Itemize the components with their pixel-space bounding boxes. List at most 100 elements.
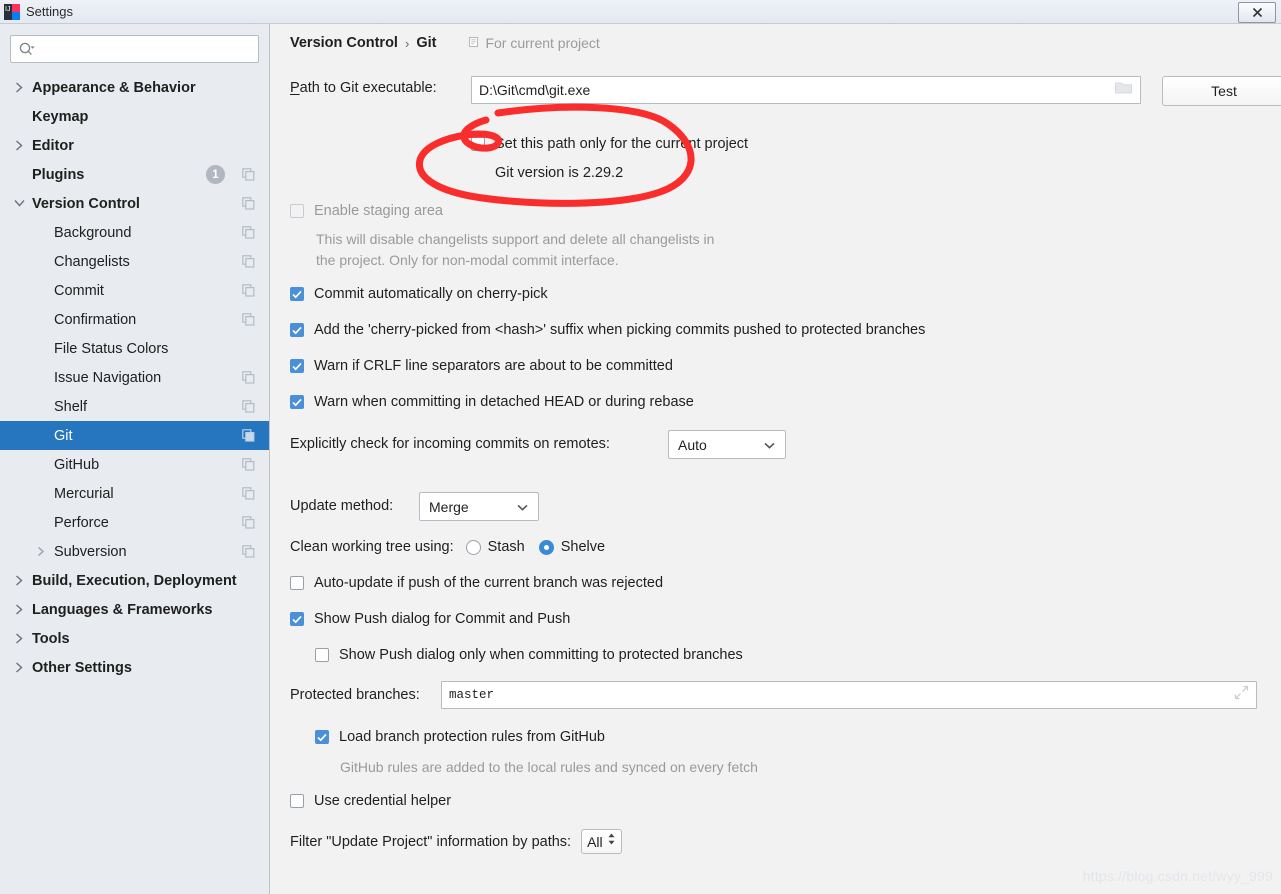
search-container (0, 24, 269, 63)
chevron-right-icon[interactable] (14, 633, 25, 644)
close-icon[interactable] (1238, 2, 1276, 23)
warn-crlf-checkbox[interactable] (290, 359, 304, 373)
checkbox-row-3[interactable]: Warn when committing in detached HEAD or… (290, 394, 694, 410)
sidebar-item-label: Perforce (54, 514, 109, 531)
sidebar-item-mercurial[interactable]: Mercurial (0, 479, 269, 508)
cherry-picked-suffix-checkbox[interactable] (290, 323, 304, 337)
use-credential-helper-row[interactable]: Use credential helper (290, 793, 451, 809)
search-input[interactable] (39, 35, 258, 63)
chevron-right-icon[interactable] (14, 82, 25, 93)
radio-stash-label: Stash (487, 539, 525, 555)
auto-update-row[interactable]: Auto-update if push of the current branc… (290, 575, 663, 591)
sidebar-item-github[interactable]: GitHub (0, 450, 269, 479)
sidebar-item-file-status-colors[interactable]: File Status Colors (0, 334, 269, 363)
sidebar-item-keymap[interactable]: Keymap (0, 102, 269, 131)
sidebar-item-version-control[interactable]: Version Control (0, 189, 269, 218)
chevron-down-icon[interactable] (14, 198, 25, 209)
sidebar-item-shelf[interactable]: Shelf (0, 392, 269, 421)
copy-settings-icon[interactable] (242, 400, 255, 413)
set-path-only-current-project-row[interactable]: Set this path only for the current proje… (471, 136, 748, 152)
sidebar-item-tools[interactable]: Tools (0, 624, 269, 653)
copy-settings-icon[interactable] (242, 226, 255, 239)
radio-shelve-label: Shelve (560, 539, 606, 555)
radio-stash[interactable]: Stash (465, 539, 525, 555)
sidebar-item-plugins[interactable]: Plugins 1 (0, 160, 269, 189)
checkbox-label-2: Warn if CRLF line separators are about t… (314, 358, 673, 374)
project-scope-note: For current project (468, 35, 600, 51)
protected-branches-input[interactable]: master (441, 681, 1257, 709)
copy-settings-icon[interactable] (242, 168, 255, 181)
sidebar-item-build-execution-deployment[interactable]: Build, Execution, Deployment (0, 566, 269, 595)
chevron-right-icon[interactable] (14, 662, 25, 673)
copy-settings-icon[interactable] (242, 197, 255, 210)
filter-update-project-spinner[interactable]: All (581, 829, 622, 854)
enable-staging-area-row[interactable]: Enable staging area (290, 203, 443, 219)
filter-update-project-label: Filter "Update Project" information by p… (290, 833, 572, 850)
filter-update-project-row: Filter "Update Project" information by p… (290, 829, 622, 854)
sidebar-item-other-settings[interactable]: Other Settings (0, 653, 269, 682)
sidebar-item-appearance-behavior[interactable]: Appearance & Behavior (0, 73, 269, 102)
chevron-right-icon[interactable] (14, 604, 25, 615)
show-push-dialog-protected-checkbox[interactable] (315, 648, 329, 662)
window-titlebar: IJ Settings (0, 0, 1281, 24)
load-branch-protection-help-text: GitHub rules are added to the local rule… (340, 759, 758, 775)
breadcrumb-root[interactable]: Version Control (290, 35, 398, 51)
expand-icon[interactable] (1234, 685, 1249, 705)
use-credential-helper-checkbox[interactable] (290, 794, 304, 808)
sidebar-item-git[interactable]: Git (0, 421, 269, 450)
copy-settings-icon[interactable] (242, 284, 255, 297)
copy-settings-icon[interactable] (242, 458, 255, 471)
show-push-dialog-checkbox[interactable] (290, 612, 304, 626)
warn-detached-head-checkbox[interactable] (290, 395, 304, 409)
settings-dialog: IJ Settings Appearance & Behavior Keymap… (0, 0, 1281, 894)
sidebar-item-editor[interactable]: Editor (0, 131, 269, 160)
sidebar-item-subversion[interactable]: Subversion (0, 537, 269, 566)
radio-shelve[interactable]: Shelve (538, 539, 606, 555)
clean-working-tree-row: Clean working tree using: Stash Shelve (290, 539, 605, 555)
copy-settings-icon[interactable] (242, 516, 255, 529)
set-path-only-current-project-checkbox[interactable] (471, 137, 485, 151)
copy-settings-icon[interactable] (242, 313, 255, 326)
sidebar-item-label: Mercurial (54, 485, 114, 502)
sidebar-item-label: Subversion (54, 543, 127, 560)
auto-update-checkbox[interactable] (290, 576, 304, 590)
sidebar-item-label: Languages & Frameworks (32, 601, 213, 618)
project-scope-icon (468, 35, 480, 51)
copy-settings-icon[interactable] (242, 545, 255, 558)
enable-staging-area-checkbox[interactable] (290, 204, 304, 218)
intellij-idea-icon: IJ (4, 3, 20, 20)
folder-icon[interactable] (1114, 80, 1133, 101)
checkbox-row-2[interactable]: Warn if CRLF line separators are about t… (290, 358, 673, 374)
incoming-commits-select[interactable]: Auto (668, 430, 786, 459)
spinner-arrows-icon (607, 832, 616, 851)
test-button[interactable]: Test (1162, 76, 1281, 106)
clean-working-tree-label: Clean working tree using: (290, 539, 454, 555)
chevron-right-icon[interactable] (36, 546, 47, 557)
update-method-select[interactable]: Merge (419, 492, 539, 521)
sidebar-item-commit[interactable]: Commit (0, 276, 269, 305)
show-push-dialog-row[interactable]: Show Push dialog for Commit and Push (290, 611, 570, 627)
search-box[interactable] (10, 35, 259, 63)
load-branch-protection-checkbox[interactable] (315, 730, 329, 744)
radio-shelve-control[interactable] (538, 539, 554, 555)
checkbox-row-1[interactable]: Add the 'cherry-picked from <hash>' suff… (290, 322, 925, 338)
chevron-right-icon[interactable] (14, 140, 25, 151)
sidebar-item-confirmation[interactable]: Confirmation (0, 305, 269, 334)
commit-automatically-cherry-pick-checkbox[interactable] (290, 287, 304, 301)
sidebar-item-perforce[interactable]: Perforce (0, 508, 269, 537)
copy-settings-icon[interactable] (242, 255, 255, 268)
sidebar-item-changelists[interactable]: Changelists (0, 247, 269, 276)
copy-settings-icon[interactable] (242, 371, 255, 384)
show-push-dialog-protected-row[interactable]: Show Push dialog only when committing to… (315, 647, 743, 663)
load-branch-protection-row[interactable]: Load branch protection rules from GitHub (315, 729, 605, 745)
chevron-right-icon[interactable] (14, 575, 25, 586)
copy-settings-icon[interactable] (242, 429, 255, 442)
git-path-input[interactable]: D:\Git\cmd\git.exe (471, 76, 1141, 104)
sidebar-item-issue-navigation[interactable]: Issue Navigation (0, 363, 269, 392)
copy-settings-icon[interactable] (242, 487, 255, 500)
radio-stash-control[interactable] (465, 539, 481, 555)
sidebar-item-languages-frameworks[interactable]: Languages & Frameworks (0, 595, 269, 624)
sidebar-item-label: Background (54, 224, 132, 241)
checkbox-row-0[interactable]: Commit automatically on cherry-pick (290, 286, 548, 302)
sidebar-item-background[interactable]: Background (0, 218, 269, 247)
